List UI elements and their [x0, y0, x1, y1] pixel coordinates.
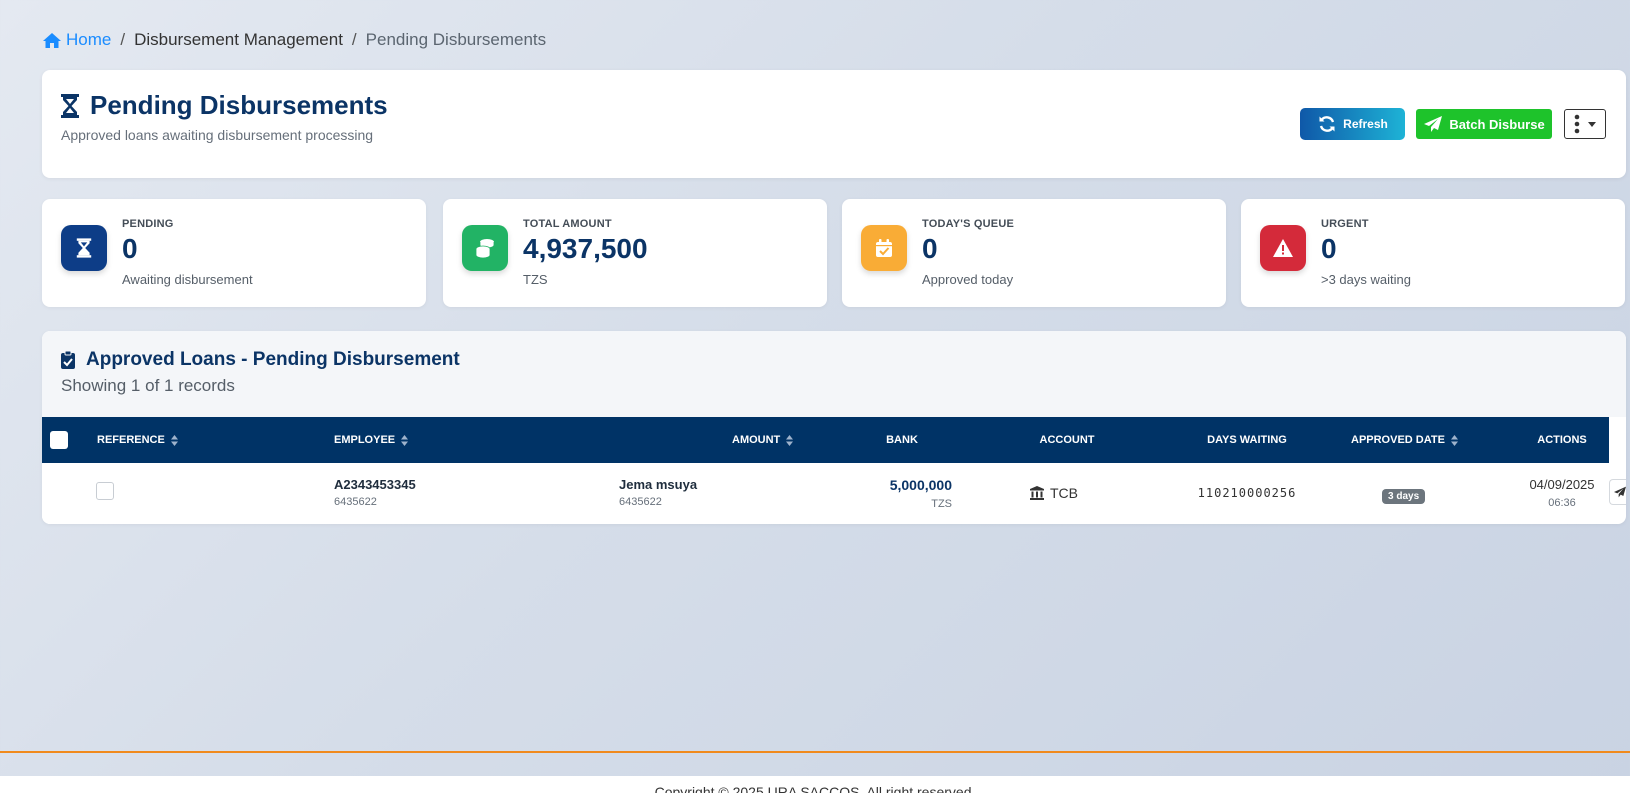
caret-down-icon	[1588, 121, 1596, 127]
column-header-amount[interactable]: AMOUNT	[732, 417, 794, 463]
table-title: Approved Loans - Pending Disbursement	[60, 349, 460, 371]
column-header-reference[interactable]: REFERENCE	[97, 417, 178, 463]
footer-divider	[0, 751, 1630, 753]
column-label: REFERENCE	[97, 434, 165, 446]
breadcrumb-current: Pending Disbursements	[365, 30, 547, 49]
batch-disburse-label: Batch Disburse	[1449, 116, 1545, 132]
stat-card-todays-queue: TODAY'S QUEUE 0 Approved today	[842, 199, 1226, 307]
approved-loans-table-card: Approved Loans - Pending Disbursement Sh…	[42, 331, 1626, 524]
bank-icon	[1030, 486, 1044, 500]
ellipsis-vertical-icon	[1574, 114, 1580, 134]
approved-time: 06:36	[1548, 497, 1576, 509]
stat-value: 0	[1321, 233, 1337, 264]
account-number: 110210000256	[1197, 486, 1297, 500]
hourglass-icon	[76, 238, 92, 258]
sort-icon	[786, 434, 794, 446]
stat-subtext: Awaiting disbursement	[122, 272, 253, 287]
column-label: ACTIONS	[1537, 434, 1587, 446]
column-label: AMOUNT	[732, 434, 781, 446]
cell-approved-date: 04/09/2025 06:36	[1512, 477, 1612, 509]
stat-label: TOTAL AMOUNT	[523, 218, 612, 230]
stat-icon-urgent	[1260, 225, 1306, 271]
page-header-card: Pending Disbursements Approved loans awa…	[42, 70, 1626, 178]
breadcrumb-separator: /	[120, 30, 126, 49]
breadcrumb-separator: /	[351, 30, 357, 49]
warning-icon	[1273, 239, 1293, 257]
reference-number: A2343453345	[334, 477, 416, 492]
sort-icon	[170, 434, 178, 446]
table-title-text: Approved Loans - Pending Disbursement	[86, 349, 460, 370]
stat-subtext: >3 days waiting	[1321, 272, 1411, 287]
footer-copyright: Copyright © 2025 URA SACCOS. All right r…	[654, 784, 976, 793]
clipboard-check-icon	[61, 350, 75, 369]
row-select-checkbox[interactable]	[96, 482, 114, 500]
column-label: APPROVED DATE	[1351, 434, 1445, 446]
stat-card-pending: PENDING 0 Awaiting disbursement	[42, 199, 426, 307]
amount-value: 5,000,000	[889, 477, 952, 493]
sync-icon	[1319, 116, 1335, 132]
page-title: Pending Disbursements	[60, 90, 388, 121]
column-label: BANK	[886, 434, 918, 446]
cell-bank: TCB	[1030, 485, 1078, 501]
batch-disburse-button[interactable]: Batch Disburse	[1416, 109, 1552, 139]
column-label: DAYS WAITING	[1207, 434, 1287, 446]
paper-plane-icon	[1424, 116, 1443, 132]
table-record-count: Showing 1 of 1 records	[61, 376, 235, 395]
coins-icon	[475, 239, 495, 259]
approved-date: 04/09/2025	[1529, 477, 1595, 492]
column-header-bank: BANK	[862, 417, 942, 463]
cell-reference: A2343453345 6435622	[334, 477, 416, 508]
page-title-text: Pending Disbursements	[90, 90, 388, 120]
calendar-check-icon	[876, 239, 892, 257]
table-header-row: REFERENCE EMPLOYEE AMOUNT BANK ACCOUNT D…	[42, 417, 1609, 463]
stat-label: URGENT	[1321, 218, 1369, 230]
reference-sub: 6435622	[334, 496, 377, 508]
stat-value: 4,937,500	[523, 233, 648, 264]
home-icon	[43, 32, 61, 48]
disburse-action-button[interactable]	[1609, 479, 1626, 505]
breadcrumb: Home / Disbursement Management / Pending…	[42, 30, 546, 50]
stat-label: TODAY'S QUEUE	[922, 218, 1015, 230]
paper-plane-icon	[1613, 486, 1626, 498]
stat-value: 0	[922, 233, 938, 264]
stat-card-urgent: URGENT 0 >3 days waiting	[1241, 199, 1625, 307]
hourglass-icon	[61, 93, 79, 118]
column-header-account: ACCOUNT	[1017, 417, 1117, 463]
sort-icon	[401, 434, 409, 446]
breadcrumb-home-label[interactable]: Home	[66, 30, 111, 50]
stat-subtext: Approved today	[922, 272, 1014, 287]
cell-amount: 5,000,000 TZS	[822, 477, 952, 510]
amount-currency: TZS	[931, 498, 952, 510]
cell-days-waiting: 3 days	[1382, 486, 1426, 504]
stat-card-total-amount: TOTAL AMOUNT 4,937,500 TZS	[443, 199, 827, 307]
page-subtitle: Approved loans awaiting disbursement pro…	[61, 127, 374, 143]
stat-subtext: TZS	[523, 272, 548, 287]
cell-employee: Jema msuya 6435622	[619, 477, 697, 508]
stat-label: PENDING	[122, 218, 174, 230]
bank-name: TCB	[1050, 485, 1078, 501]
stat-value: 0	[122, 233, 138, 264]
column-label: ACCOUNT	[1039, 434, 1095, 446]
stat-icon-pending	[61, 225, 107, 271]
column-header-days-waiting: DAYS WAITING	[1172, 417, 1322, 463]
days-waiting-badge: 3 days	[1382, 489, 1426, 504]
select-all-checkbox[interactable]	[50, 431, 68, 449]
column-header-actions: ACTIONS	[1512, 417, 1612, 463]
column-header-approved-date[interactable]: APPROVED DATE	[1351, 417, 1458, 463]
breadcrumb-section[interactable]: Disbursement Management	[134, 30, 343, 50]
table-card-header: Approved Loans - Pending Disbursement Sh…	[42, 331, 1626, 417]
sort-icon	[1450, 434, 1458, 446]
stat-icon-todays-queue	[861, 225, 907, 271]
column-label: EMPLOYEE	[334, 434, 396, 446]
refresh-button-label: Refresh	[1343, 117, 1388, 131]
more-options-dropdown[interactable]	[1564, 109, 1606, 139]
refresh-button[interactable]: Refresh	[1300, 108, 1405, 140]
breadcrumb-home[interactable]: Home	[42, 30, 111, 50]
employee-name: Jema msuya	[619, 477, 698, 492]
employee-id: 6435622	[619, 496, 662, 508]
column-header-employee[interactable]: EMPLOYEE	[334, 417, 409, 463]
stat-icon-total-amount	[462, 225, 508, 271]
